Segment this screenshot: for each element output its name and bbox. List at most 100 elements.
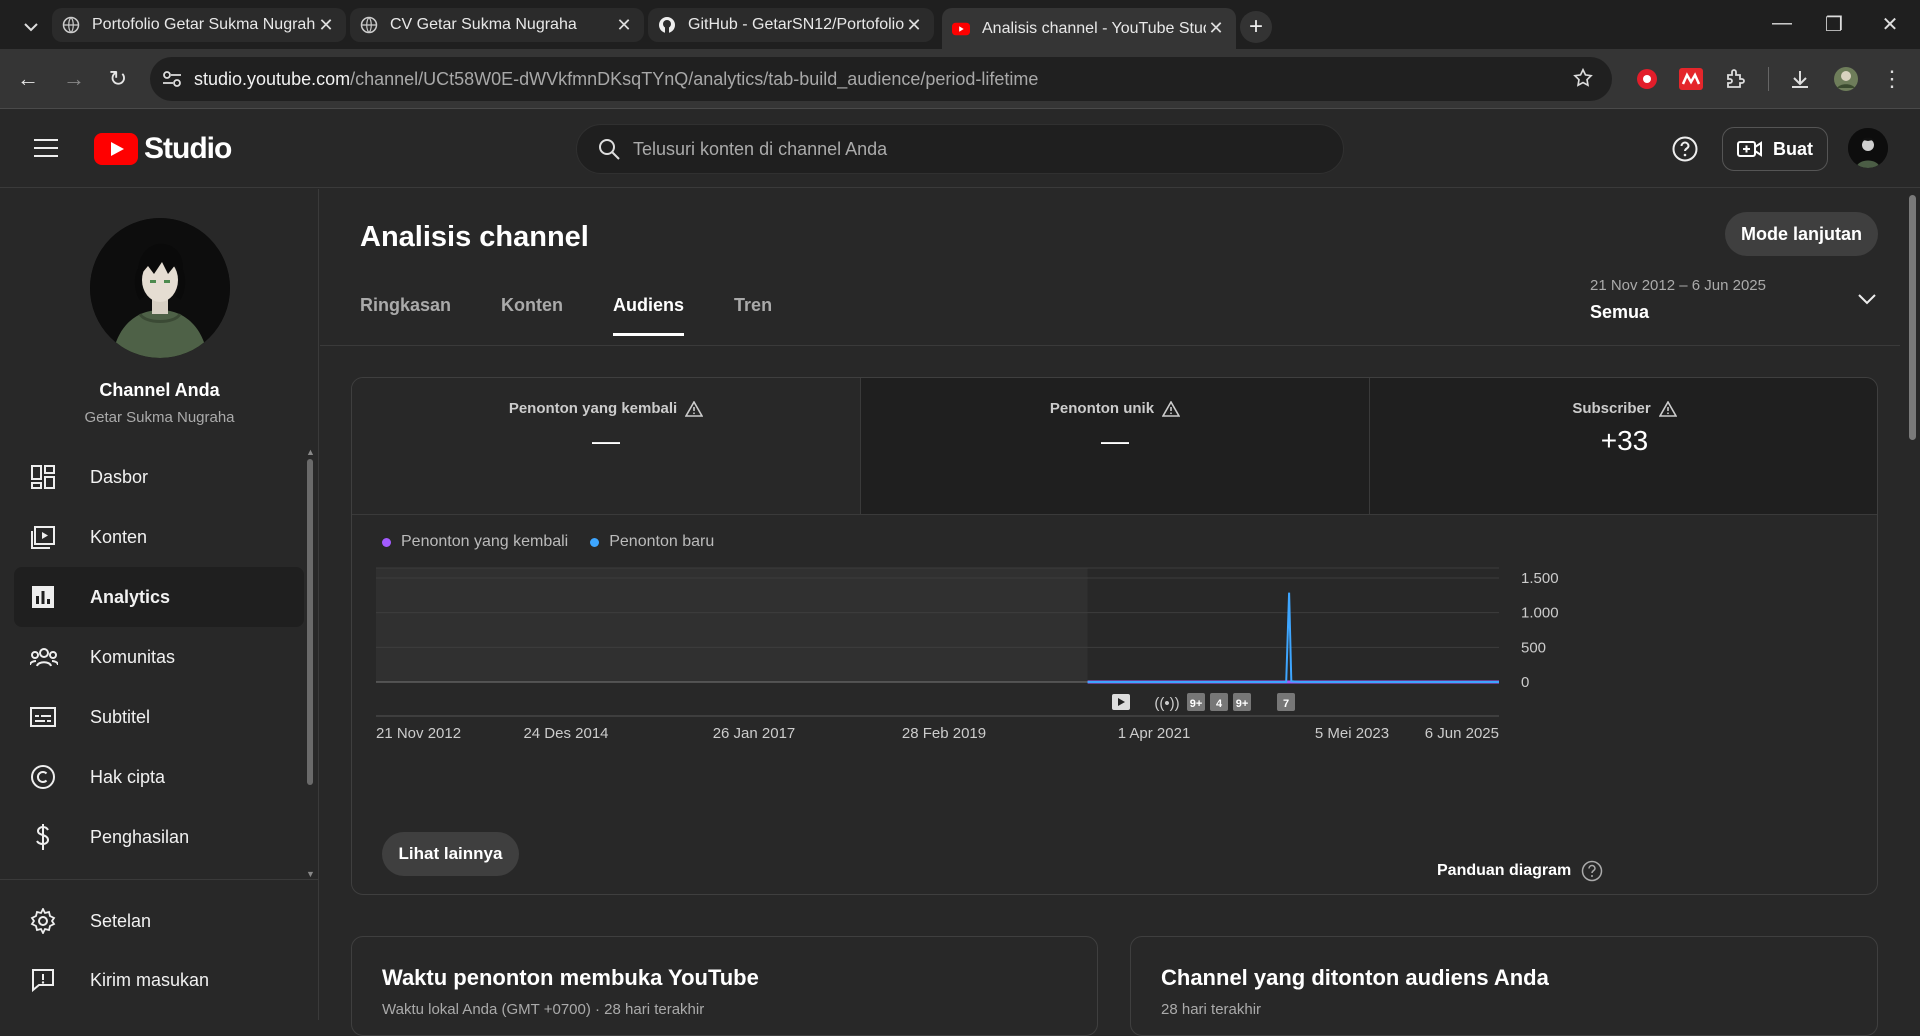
sidebar-item-dasbor[interactable]: Dasbor [14, 447, 304, 507]
browser-toolbar: ← → ↻ studio.youtube.com/channel/UCt58W0… [0, 49, 1920, 109]
marker-badge-label: 9+ [1190, 698, 1203, 710]
sidebar-item-label: Setelan [90, 910, 152, 931]
sidebar-item-analytics[interactable]: Analytics [14, 567, 304, 627]
browser-tab[interactable]: Portofolio Getar Sukma Nugraha ✕ [52, 8, 346, 42]
advanced-mode-button[interactable]: Mode lanjutan [1725, 212, 1878, 256]
marker-badge-label: 9+ [1236, 698, 1249, 710]
date-range-picker[interactable]: 21 Nov 2012 – 6 Jun 2025 Semua [1590, 277, 1876, 323]
site-info-icon[interactable] [150, 71, 194, 87]
channel-avatar[interactable] [90, 218, 230, 358]
warning-icon [685, 400, 704, 417]
metric-label: Subscriber [1572, 400, 1651, 417]
minimize-icon[interactable]: — [1762, 12, 1802, 35]
metric-label: Penonton unik [1049, 400, 1155, 417]
puzzle-icon[interactable] [1722, 65, 1750, 93]
new-tab-button[interactable]: + [1240, 11, 1272, 43]
profile-avatar[interactable] [1832, 65, 1860, 93]
metric-subscribers[interactable]: Subscriber +33 [1370, 378, 1877, 514]
metric-unique-viewers[interactable]: Penonton unik — [861, 378, 1370, 514]
sidebar-item-kirim-masukan[interactable]: Kirim masukan [14, 950, 304, 1010]
series-line-new [1087, 592, 1499, 683]
url-host: studio.youtube.com [194, 68, 351, 89]
sidebar-item-label: Kirim masukan [90, 969, 210, 990]
metric-value: — [1101, 425, 1129, 456]
tabs-divider [320, 345, 1900, 346]
search-input[interactable]: Telusuri konten di channel Anda [576, 124, 1344, 174]
close-icon[interactable]: ✕ [1206, 18, 1226, 39]
browser-tabbar: Portofolio Getar Sukma Nugraha ✕ CV Geta… [0, 0, 1920, 49]
bookmark-star-icon[interactable] [1572, 67, 1594, 89]
close-icon[interactable]: ✕ [316, 15, 336, 36]
legend-item-new: Penonton baru [590, 533, 714, 551]
sidebar-item-label: Penghasilan [90, 826, 190, 847]
account-avatar[interactable] [1848, 128, 1888, 168]
toolbar-divider [1768, 67, 1769, 91]
x-tick-label: 24 Des 2014 [523, 725, 608, 742]
sidebar-item-label: Komunitas [90, 646, 176, 667]
sidebar-item-komunitas[interactable]: Komunitas [14, 627, 304, 687]
hamburger-menu-icon[interactable] [34, 138, 58, 158]
help-icon[interactable] [1672, 136, 1698, 162]
logo-text: Studio [144, 132, 232, 165]
page-scrollbar[interactable] [1909, 195, 1916, 440]
sidebar-item-setelan[interactable]: Setelan [14, 891, 304, 951]
close-icon[interactable]: ✕ [904, 15, 924, 36]
sidebar-divider [0, 879, 319, 880]
tab-title: Analisis channel - YouTube Studio [982, 19, 1206, 37]
chevron-down-icon [24, 23, 38, 32]
browser-tab-active[interactable]: Analisis channel - YouTube Studio ✕ [942, 8, 1236, 49]
chart-guide-link[interactable]: Panduan diagram [1437, 860, 1603, 882]
marker-badge-label: 4 [1216, 698, 1223, 710]
chart-legend: Penonton yang kembali Penonton baru [382, 533, 736, 551]
extension-mendeley-icon[interactable] [1677, 65, 1705, 93]
sidebar-item-subtitel[interactable]: Subtitel [14, 687, 304, 747]
close-icon[interactable]: ✕ [614, 15, 634, 36]
card-viewer-times: Waktu penonton membuka YouTube Waktu lok… [351, 936, 1098, 1036]
tab-konten[interactable]: Konten [501, 284, 563, 336]
forward-icon[interactable]: → [60, 65, 88, 93]
sidebar-item-label: Hak cipta [90, 766, 166, 787]
studio-logo[interactable]: Studio [94, 132, 232, 166]
download-icon[interactable] [1786, 65, 1814, 93]
audience-chart-card: Penonton yang kembali — Penonton unik — … [351, 377, 1878, 895]
tab-tren[interactable]: Tren [734, 284, 772, 336]
warning-icon [1658, 400, 1677, 417]
browser-tab[interactable]: GitHub - GetarSN12/Portofolio ✕ [648, 8, 934, 42]
globe-icon [62, 16, 80, 34]
sidebar-item-hak-cipta[interactable]: Hak cipta [14, 747, 304, 807]
restore-icon[interactable]: ❐ [1814, 12, 1854, 37]
sidebar: Channel Anda Getar Sukma Nugraha Dasbor … [0, 189, 319, 1020]
date-range-label: Semua [1590, 302, 1650, 322]
card-title: Channel yang ditonton audiens Anda [1161, 965, 1549, 990]
metric-returning-viewers[interactable]: Penonton yang kembali — [352, 378, 861, 514]
youtube-icon [952, 20, 970, 38]
copyright-icon [14, 764, 74, 790]
sidebar-item-penghasilan[interactable]: Penghasilan [14, 807, 304, 867]
youtube-logo-icon [94, 133, 138, 165]
tab-ringkasan[interactable]: Ringkasan [360, 284, 451, 336]
legend-item-returning: Penonton yang kembali [382, 533, 568, 551]
tab-search-button[interactable] [14, 10, 48, 44]
create-button[interactable]: Buat [1722, 127, 1828, 171]
search-placeholder: Telusuri konten di channel Anda [633, 138, 888, 159]
see-more-button[interactable]: Lihat lainnya [382, 832, 519, 876]
scroll-up-icon[interactable]: ▲ [306, 447, 315, 457]
github-icon [658, 16, 676, 34]
menu-kebab-icon[interactable]: ⋮ [1878, 65, 1906, 93]
video-add-icon [1737, 141, 1762, 157]
tab-audiens[interactable]: Audiens [613, 284, 685, 336]
scroll-down-icon[interactable]: ▼ [306, 869, 315, 879]
browser-tab[interactable]: CV Getar Sukma Nugraha ✕ [350, 8, 644, 42]
extension-red-icon[interactable] [1633, 65, 1661, 93]
globe-icon [360, 16, 378, 34]
sidebar-scrollbar[interactable] [307, 459, 313, 785]
sidebar-item-konten[interactable]: Konten [14, 507, 304, 567]
live-marker-icon: ((•)) [1154, 695, 1179, 712]
address-bar[interactable]: studio.youtube.com/channel/UCt58W0E-dWVk… [150, 57, 1612, 101]
audience-line-chart[interactable]: 1.500 1.000 500 0 21 Nov 2012 24 Des 2014 26 J… [352, 558, 1878, 828]
reload-icon[interactable]: ↻ [104, 65, 132, 93]
close-window-icon[interactable]: ✕ [1870, 12, 1910, 37]
back-icon[interactable]: ← [14, 65, 42, 93]
y-tick-label: 1.000 [1521, 605, 1559, 622]
card-subtitle: Waktu lokal Anda (GMT +0700) · 28 hari t… [382, 1001, 705, 1018]
